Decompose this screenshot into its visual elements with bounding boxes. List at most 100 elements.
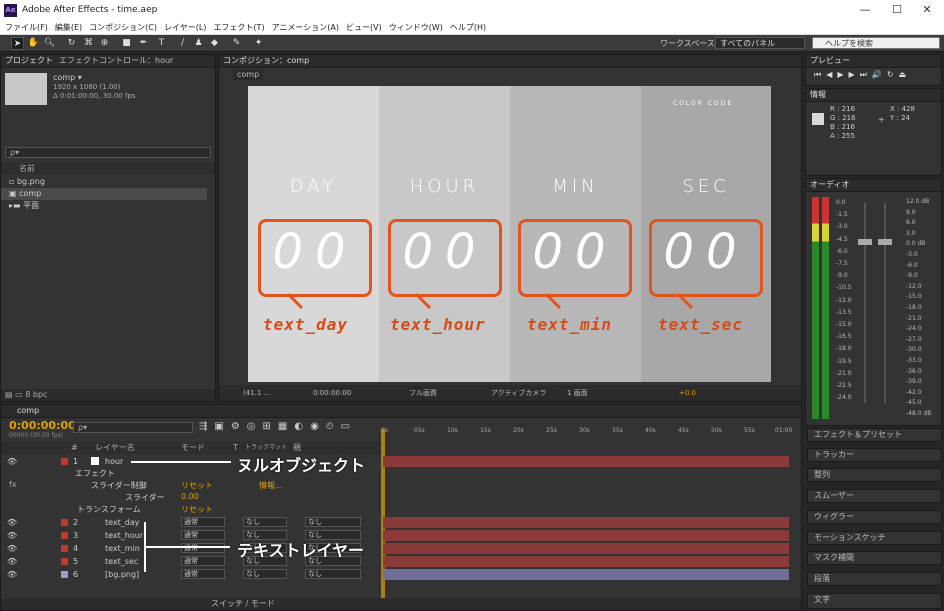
maximize-button[interactable]: ☐ <box>882 2 912 18</box>
zoom-select[interactable]: (41.1 ... <box>243 385 270 401</box>
mode-select[interactable]: 通常 <box>181 543 225 553</box>
time-ruler[interactable]: 0s 05s 10s 15s 20s 25s 30s 35s 40s 45s 5… <box>381 427 801 441</box>
menu-view[interactable]: ビュー(V) <box>346 22 382 33</box>
timeline-timecode[interactable]: 0:00:00:00 <box>9 419 76 432</box>
exposure-value[interactable]: +0.0 <box>679 385 696 401</box>
audio-slider-right[interactable] <box>884 203 886 403</box>
label-color[interactable] <box>61 532 68 539</box>
playback-controls[interactable]: ⏮◀▶▶⏭🔊↻⏏ <box>806 68 941 82</box>
rectangle-tool-icon[interactable]: ■ <box>120 37 133 50</box>
menu-animation[interactable]: アニメーション(A) <box>272 22 339 33</box>
slider-property[interactable]: スライダー <box>125 492 165 503</box>
bpc-label[interactable]: 8 bpc <box>25 390 47 399</box>
roto-brush-tool-icon[interactable]: ✎ <box>230 37 243 50</box>
table-row[interactable]: 👁︎ 2 text_day 通常 なし なし <box>1 516 381 529</box>
panel-align[interactable]: 整列 <box>807 468 942 482</box>
panel-paragraph[interactable]: 段落 <box>807 572 942 586</box>
tab-project[interactable]: プロジェクト <box>5 55 53 67</box>
slider-control-effect[interactable]: スライダー制御 <box>91 480 147 491</box>
timeline-search-input[interactable]: ρ▾ <box>73 422 193 433</box>
minimize-button[interactable]: — <box>850 2 880 18</box>
layer-name[interactable]: text_min <box>105 542 140 555</box>
menu-window[interactable]: ウィンドウ(W) <box>389 22 443 33</box>
views-select[interactable]: 1 画面 <box>567 385 588 401</box>
trackmatte-select[interactable]: なし <box>243 517 287 527</box>
menu-layer[interactable]: レイヤー(L) <box>164 22 206 33</box>
layer-name[interactable]: text_day <box>105 516 140 529</box>
layer-name[interactable]: hour <box>105 455 123 468</box>
transform-group[interactable]: トランスフォーム <box>77 504 141 515</box>
parent-select[interactable]: なし <box>305 517 361 527</box>
eye-icon[interactable]: 👁︎ <box>7 542 17 555</box>
interpret-footage-icon[interactable]: ▤ ▭ <box>5 390 25 399</box>
selection-tool-icon[interactable]: ➤ <box>11 37 24 50</box>
mode-select[interactable]: 通常 <box>181 556 225 566</box>
slider-value[interactable]: 0.00 <box>181 492 199 501</box>
tab-composition[interactable]: コンポジション：comp <box>223 55 309 67</box>
table-row[interactable]: 👁︎ 6 [bg.png] 通常 なし なし <box>1 568 381 581</box>
col-mode[interactable]: モード <box>181 442 205 454</box>
tab-timeline-comp[interactable]: comp <box>17 405 39 417</box>
switch-mode-toggle[interactable]: スイッチ / モード <box>211 598 275 610</box>
label-color[interactable] <box>61 571 68 578</box>
comp-name[interactable]: comp ▾ <box>53 73 82 82</box>
project-name-column[interactable]: 名前 <box>1 163 215 174</box>
label-color[interactable] <box>61 558 68 565</box>
composition-viewer[interactable]: COLOR CODE DAY HOUR MIN SEC 00 00 00 00 … <box>248 86 771 382</box>
eraser-tool-icon[interactable]: ◆ <box>208 37 221 50</box>
trackmatte-select[interactable]: なし <box>243 569 287 579</box>
layer-bar-bg[interactable] <box>383 569 789 580</box>
project-search-input[interactable]: ρ▾ <box>5 147 211 158</box>
hand-tool-icon[interactable]: ✋ <box>27 37 40 50</box>
camera-tool-icon[interactable]: ⌘ <box>82 37 95 50</box>
quality-select[interactable]: フル画質 <box>409 385 437 401</box>
current-time[interactable]: 0:00:00:00 <box>313 385 351 401</box>
audio-slider-left[interactable] <box>864 203 866 403</box>
audio-slider-right-handle[interactable] <box>878 239 892 245</box>
mode-select[interactable]: 通常 <box>181 569 225 579</box>
eye-icon[interactable]: 👁︎ <box>7 555 17 568</box>
layer-name[interactable]: text_hour <box>105 529 143 542</box>
list-item[interactable]: ▸▬ 平面 <box>1 200 207 212</box>
col-number[interactable]: # <box>71 442 78 454</box>
text-tool-icon[interactable]: T <box>155 37 168 50</box>
fx-icon[interactable]: fx <box>9 480 17 489</box>
list-item[interactable]: ▫ bg.png <box>1 176 207 188</box>
workspace-select[interactable]: すべてのパネル <box>715 37 805 49</box>
list-item[interactable]: ▣ comp <box>1 188 207 200</box>
layer-name[interactable]: text_sec <box>105 555 138 568</box>
pen-tool-icon[interactable]: ✒ <box>137 37 150 50</box>
layer-name[interactable]: [bg.png] <box>105 568 139 581</box>
brush-tool-icon[interactable]: / <box>176 37 189 50</box>
parent-select[interactable]: なし <box>305 569 361 579</box>
label-color[interactable] <box>61 519 68 526</box>
layer-bar-text-min[interactable] <box>383 543 789 554</box>
rotate-tool-icon[interactable]: ↻ <box>65 37 78 50</box>
menu-composition[interactable]: コンポジション(C) <box>89 22 157 33</box>
label-color[interactable] <box>61 458 68 465</box>
eye-icon[interactable]: 👁︎ <box>7 529 17 542</box>
puppet-pin-tool-icon[interactable]: ✦ <box>252 37 265 50</box>
effects-group[interactable]: エフェクト <box>75 468 115 479</box>
layer-bar-text-hour[interactable] <box>383 530 789 541</box>
reset-link[interactable]: リセット <box>181 480 213 491</box>
clone-stamp-tool-icon[interactable]: ♟ <box>192 37 205 50</box>
breadcrumb[interactable]: comp <box>233 70 264 80</box>
eye-icon[interactable]: 👁︎ <box>7 568 17 581</box>
menu-help[interactable]: ヘルプ(H) <box>450 22 486 33</box>
layer-bar-text-day[interactable] <box>383 517 789 528</box>
panel-smoother[interactable]: スムーザー <box>807 489 942 503</box>
timeline-switches[interactable]: ⇶▣⚙◎⊞▦◐◉⏲▭ <box>199 421 357 432</box>
col-layer-name[interactable]: レイヤー名 <box>95 442 135 454</box>
panel-wiggler[interactable]: ウィグラー <box>807 510 942 524</box>
audio-slider-left-handle[interactable] <box>858 239 872 245</box>
menu-effect[interactable]: エフェクト(T) <box>213 22 264 33</box>
info-link[interactable]: 情報... <box>259 480 283 491</box>
tab-effect-controls[interactable]: エフェクトコントロール：hour <box>59 55 173 67</box>
menu-file[interactable]: ファイル(F) <box>5 22 48 33</box>
panel-effects-presets[interactable]: エフェクト＆プリセット <box>807 428 942 442</box>
eye-icon[interactable]: 👁︎ <box>7 516 17 529</box>
panel-tracker[interactable]: トラッカー <box>807 448 942 462</box>
tab-info[interactable]: 情報 <box>810 89 826 101</box>
panel-mask-interpolation[interactable]: マスク補間 <box>807 551 942 565</box>
